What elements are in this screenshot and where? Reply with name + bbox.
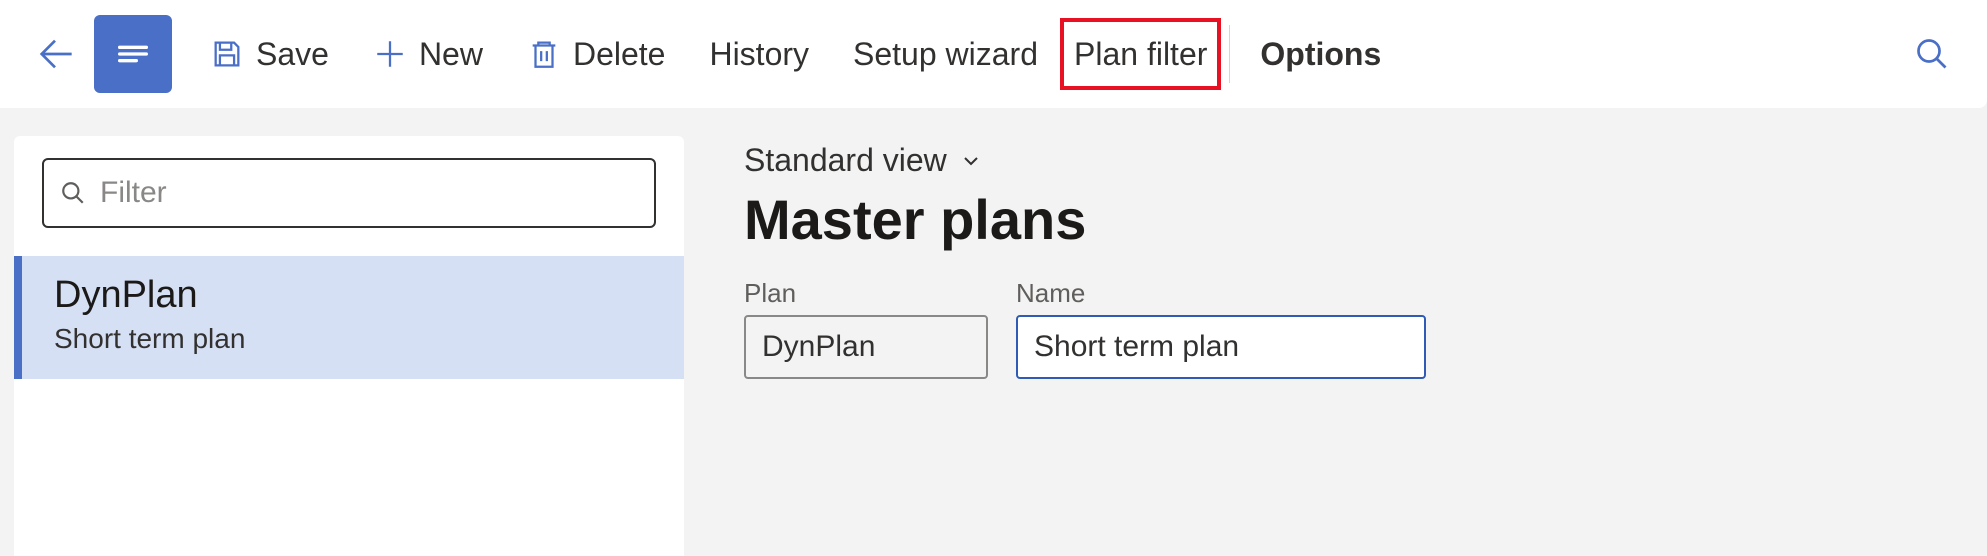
name-field: Name: [1016, 278, 1426, 379]
main-area: DynPlan Short term plan Standard view Ma…: [0, 136, 1987, 556]
arrow-left-icon: [35, 34, 75, 74]
history-button[interactable]: History: [687, 18, 831, 90]
list-item-title: DynPlan: [54, 274, 652, 317]
view-label: Standard view: [744, 142, 947, 179]
setup-wizard-label: Setup wizard: [853, 36, 1038, 73]
delete-label: Delete: [573, 36, 666, 73]
chevron-down-icon: [959, 149, 983, 173]
view-selector[interactable]: Standard view: [744, 142, 983, 179]
list-panel: DynPlan Short term plan: [14, 136, 684, 556]
detail-panel: Standard view Master plans Plan Name: [744, 136, 1426, 556]
plus-icon: [373, 37, 407, 71]
filter-wrap: [14, 158, 684, 256]
field-row: Plan Name: [744, 278, 1426, 379]
list-lines-icon: [113, 34, 153, 74]
plan-filter-label: Plan filter: [1074, 36, 1207, 73]
search-icon: [1914, 36, 1950, 72]
back-button[interactable]: [16, 15, 94, 93]
save-icon: [210, 37, 244, 71]
plan-field: Plan: [744, 278, 988, 379]
save-label: Save: [256, 36, 329, 73]
trash-icon: [527, 37, 561, 71]
options-label: Options: [1260, 36, 1381, 73]
name-input[interactable]: [1016, 315, 1426, 379]
list-item[interactable]: DynPlan Short term plan: [14, 256, 684, 379]
list-view-button[interactable]: [94, 15, 172, 93]
page-title: Master plans: [744, 187, 1426, 252]
save-button[interactable]: Save: [188, 18, 351, 90]
toolbar-separator: [1229, 25, 1230, 83]
filter-search-icon: [60, 180, 86, 211]
toolbar: Save New Delete History Setup wizard Pla…: [0, 0, 1987, 108]
history-label: History: [709, 36, 809, 73]
new-button[interactable]: New: [351, 18, 505, 90]
setup-wizard-button[interactable]: Setup wizard: [831, 18, 1060, 90]
new-label: New: [419, 36, 483, 73]
search-button[interactable]: [1893, 15, 1971, 93]
plan-filter-button[interactable]: Plan filter: [1060, 18, 1221, 90]
filter-input[interactable]: [42, 158, 656, 228]
list-item-subtitle: Short term plan: [54, 323, 652, 355]
options-button[interactable]: Options: [1238, 18, 1403, 90]
plan-field-label: Plan: [744, 278, 988, 309]
plan-input[interactable]: [744, 315, 988, 379]
delete-button[interactable]: Delete: [505, 18, 688, 90]
name-field-label: Name: [1016, 278, 1426, 309]
